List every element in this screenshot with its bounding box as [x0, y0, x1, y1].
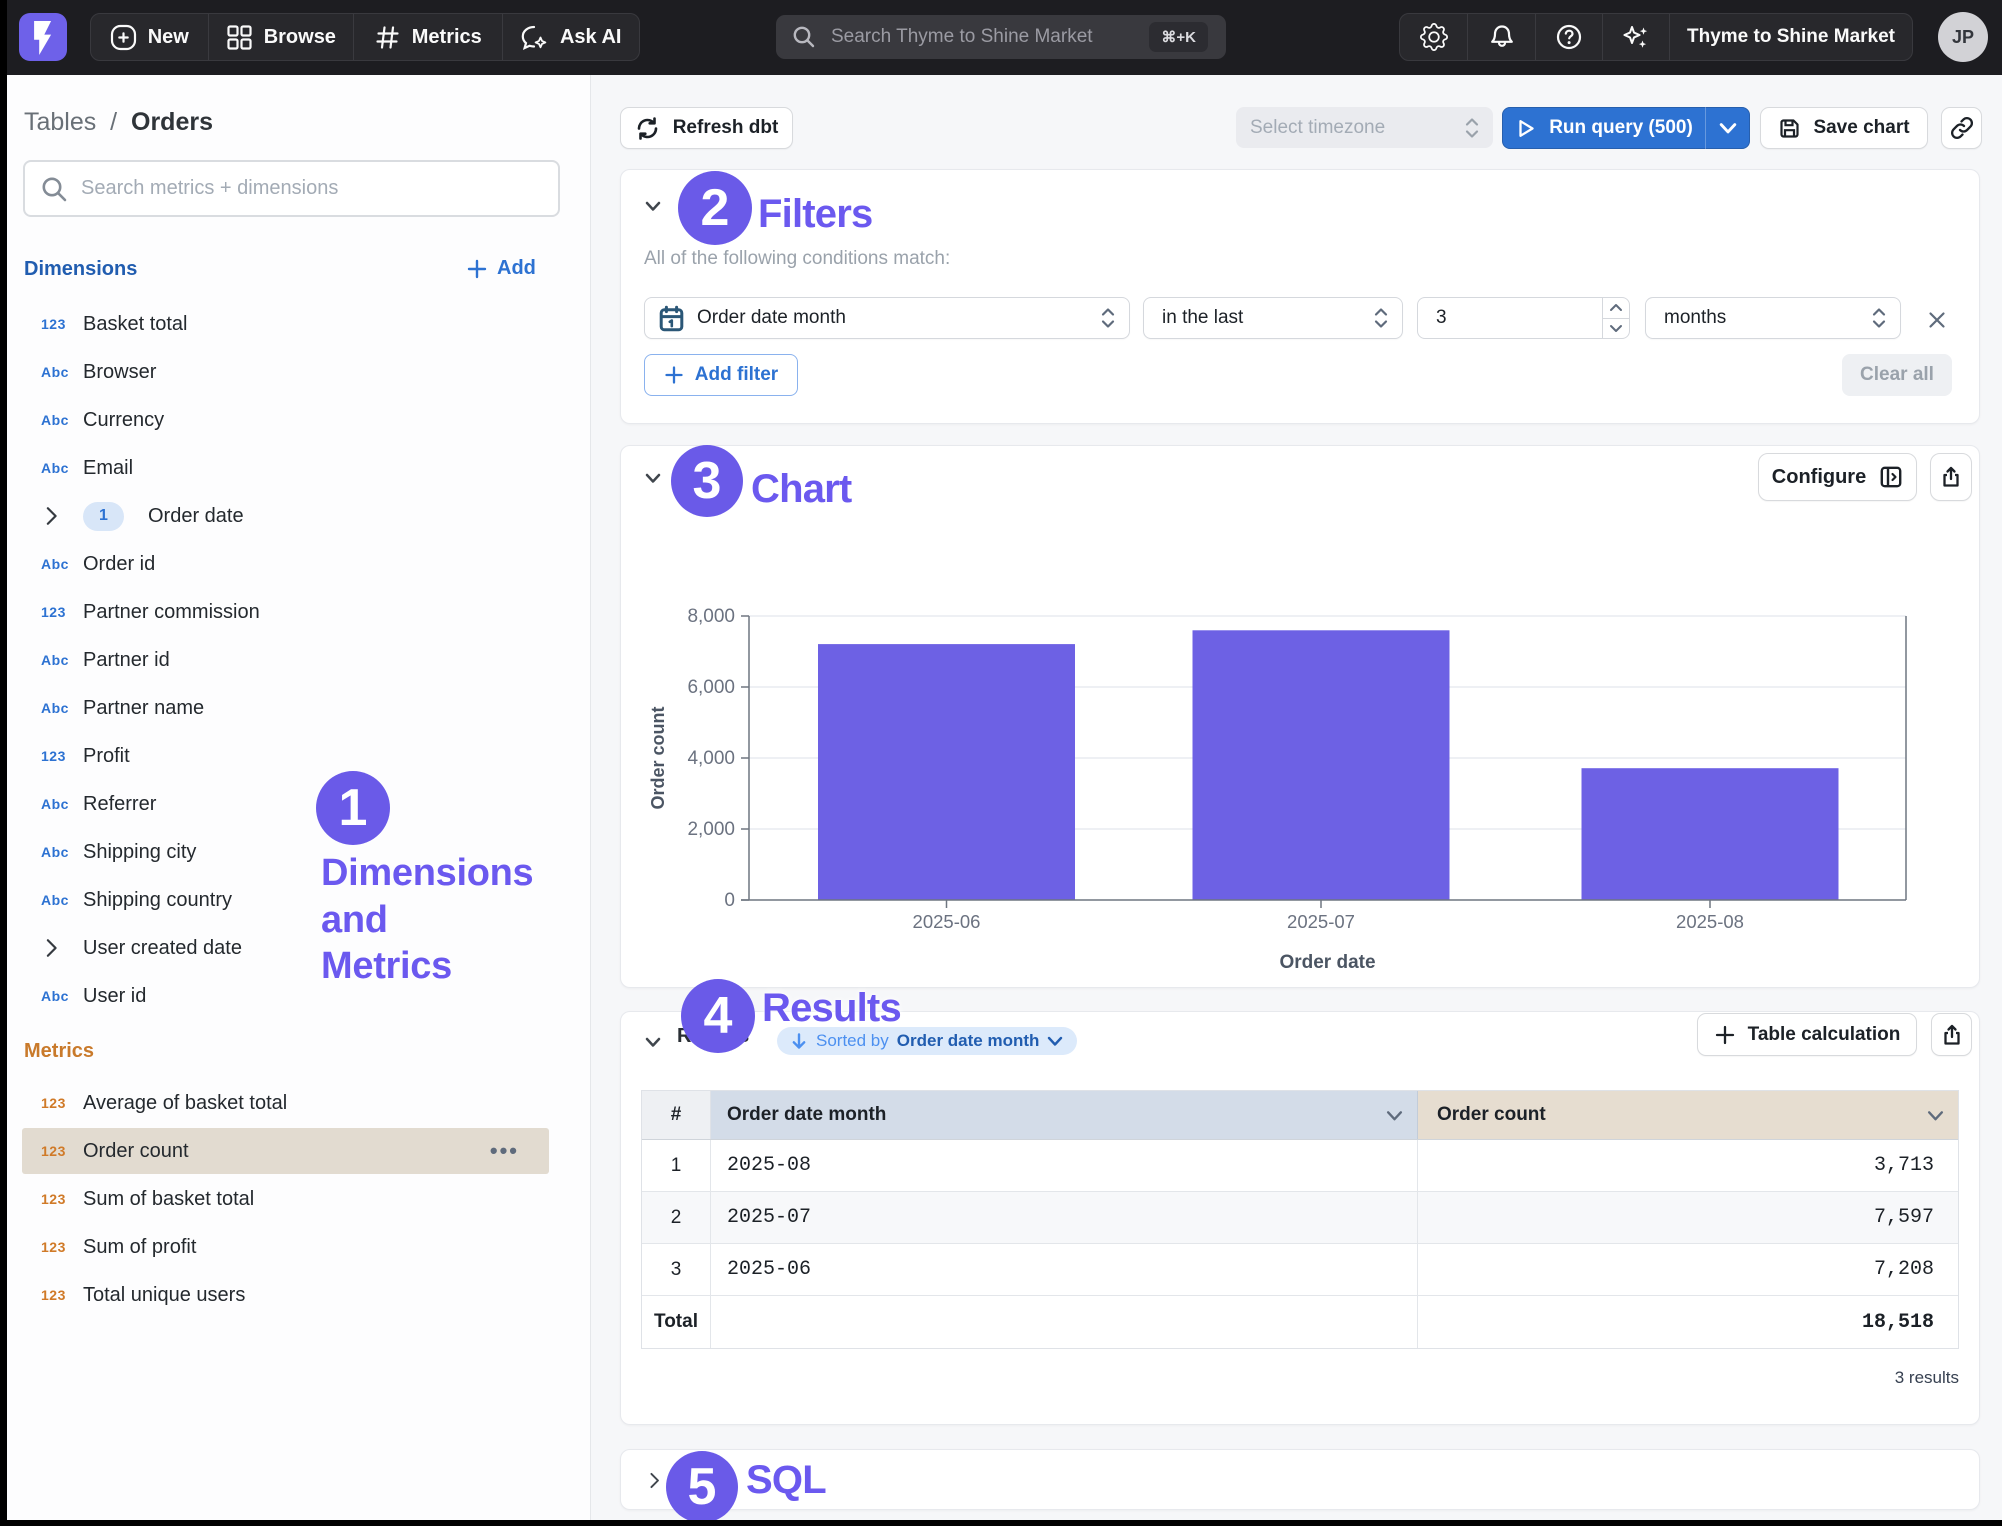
svg-text:2,000: 2,000 [687, 819, 735, 840]
svg-text:Order count: Order count [648, 706, 668, 809]
svg-text:8,000: 8,000 [687, 606, 735, 627]
svg-text:Order date: Order date [1279, 952, 1375, 973]
svg-text:2025-08: 2025-08 [1676, 911, 1744, 932]
svg-text:2025-06: 2025-06 [913, 911, 981, 932]
svg-text:0: 0 [724, 890, 735, 911]
svg-text:4,000: 4,000 [687, 748, 735, 769]
svg-text:2025-07: 2025-07 [1287, 911, 1355, 932]
svg-text:6,000: 6,000 [687, 677, 735, 698]
